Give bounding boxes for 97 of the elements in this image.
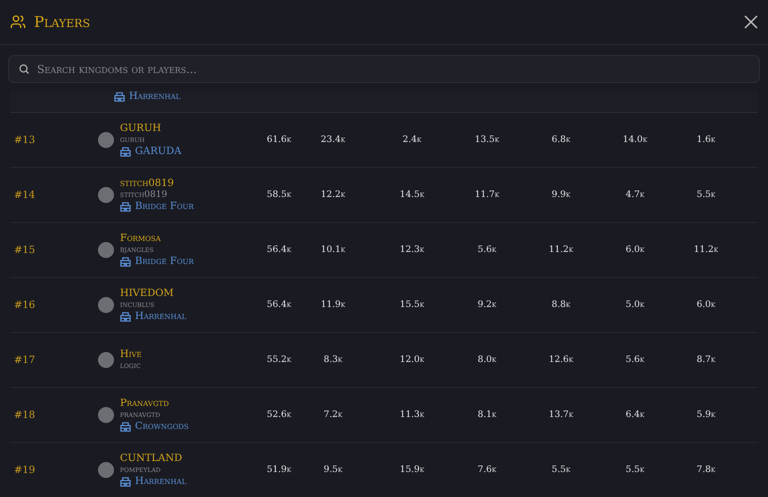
- castle-icon: [120, 421, 131, 432]
- rank-label: #16: [13, 300, 36, 310]
- kingdom-link[interactable]: Harrenhal: [135, 311, 186, 322]
- avatar-placeholder: [98, 352, 114, 368]
- stat-value: 5.9k: [696, 410, 716, 420]
- avatar-placeholder: [98, 242, 114, 258]
- stat-value: 55.2k: [266, 355, 292, 365]
- stat-value: 11.3k: [398, 410, 426, 420]
- player-name[interactable]: Pranavgtd: [120, 398, 189, 409]
- account-name: pranavgtd: [120, 410, 162, 420]
- stat-value: 52.6k: [266, 410, 292, 420]
- kingdom-link[interactable]: Bridge Four: [135, 256, 194, 267]
- player-name[interactable]: Hive: [120, 349, 142, 360]
- account-name: pompeylad: [120, 465, 162, 475]
- stat-value: 12.2k: [320, 190, 346, 200]
- player-name[interactable]: GURUH: [120, 123, 182, 134]
- stat-value: 10.1k: [320, 245, 346, 255]
- avatar-placeholder: [98, 132, 114, 148]
- stat-value: 5.0k: [624, 300, 646, 310]
- stat-value: 61.6k: [266, 135, 292, 145]
- stat-value: 11.7k: [474, 190, 500, 200]
- stat-value: 6.8k: [550, 135, 572, 145]
- stat-value: 7.8k: [696, 465, 716, 475]
- stat-value: 5.5k: [624, 465, 646, 475]
- avatar-placeholder: [98, 187, 114, 203]
- kingdom-link[interactable]: GARUDA: [135, 146, 182, 157]
- account-name: guruh: [120, 135, 146, 145]
- close-button[interactable]: [744, 15, 758, 29]
- stat-value: 7.2k: [322, 410, 344, 420]
- player-name[interactable]: stitch0819: [120, 178, 194, 189]
- stat-value: 9.5k: [322, 465, 344, 475]
- stat-value: 8.1k: [476, 410, 498, 420]
- stat-value: 1.6k: [696, 135, 716, 145]
- stat-value: 13.5k: [474, 135, 500, 145]
- stat-value: 11.2k: [692, 245, 720, 255]
- stat-value: 51.9k: [266, 465, 292, 475]
- stat-value: 12.0k: [398, 355, 426, 365]
- castle-icon: [114, 91, 125, 102]
- rank-label: #14: [13, 190, 36, 200]
- avatar-placeholder: [98, 462, 114, 478]
- rank-label: #18: [13, 410, 36, 420]
- kingdom-link[interactable]: Harrenhal: [129, 91, 180, 102]
- stat-value: 2.4k: [402, 135, 422, 145]
- stat-value: 11.9k: [320, 300, 346, 310]
- stat-value: 6.4k: [624, 410, 646, 420]
- castle-icon: [120, 201, 131, 212]
- player-name[interactable]: CUNTLAND: [120, 453, 186, 464]
- castle-icon: [120, 476, 131, 487]
- stat-value: 8.0k: [476, 355, 498, 365]
- users-icon: [10, 14, 26, 30]
- stat-value: 14.0k: [622, 135, 648, 145]
- stat-value: 9.2k: [476, 300, 498, 310]
- rank-label: #15: [13, 244, 36, 256]
- stat-value: 14.5k: [398, 190, 426, 200]
- stat-value: 5.5k: [550, 465, 572, 475]
- avatar-placeholder: [98, 297, 114, 313]
- kingdom-link[interactable]: Bridge Four: [135, 201, 194, 212]
- stat-value: 5.5k: [696, 190, 716, 200]
- stat-value: 15.5k: [398, 300, 426, 310]
- stat-value: 23.4k: [320, 135, 346, 145]
- stat-value: 12.6k: [548, 355, 574, 365]
- account-name: logic: [120, 361, 142, 371]
- stat-value: 56.4k: [266, 300, 292, 310]
- castle-icon: [120, 311, 131, 322]
- stat-value: 12.3k: [398, 245, 426, 255]
- dialog-title: Players: [34, 13, 92, 31]
- avatar-placeholder: [98, 407, 114, 423]
- account-name: stitch0819: [120, 190, 168, 200]
- stat-value: 6.0k: [624, 245, 646, 255]
- account-name: incublus: [120, 300, 156, 310]
- close-icon: [744, 15, 758, 29]
- kingdom-link[interactable]: Crowngods: [135, 421, 189, 432]
- stat-value: 6.0k: [696, 300, 716, 310]
- player-name[interactable]: HIVEDOM: [120, 288, 186, 299]
- account-name: bjangles: [120, 245, 155, 255]
- stat-value: 8.7k: [696, 355, 716, 365]
- stat-value: 13.7k: [548, 410, 574, 420]
- rank-label: #17: [13, 354, 36, 366]
- search-field[interactable]: Search kingdoms or players...: [8, 55, 760, 83]
- castle-icon: [120, 256, 131, 267]
- rank-label: #13: [13, 134, 36, 146]
- stat-value: 8.8k: [550, 300, 572, 310]
- stat-value: 7.6k: [476, 465, 498, 475]
- stat-value: 5.6k: [476, 245, 498, 255]
- stat-value: 5.6k: [624, 355, 646, 365]
- kingdom-link[interactable]: Harrenhal: [135, 476, 186, 487]
- search-icon: [18, 63, 30, 75]
- player-name[interactable]: Formosa: [120, 233, 194, 244]
- rank-label: #19: [13, 464, 36, 476]
- stat-value: 9.9k: [550, 190, 572, 200]
- stat-value: 56.4k: [266, 245, 292, 255]
- stat-value: 11.2k: [548, 245, 574, 255]
- castle-icon: [120, 146, 131, 157]
- stat-value: 58.5k: [266, 190, 292, 200]
- stat-value: 8.3k: [322, 355, 344, 365]
- stat-value: 15.9k: [398, 465, 426, 475]
- stat-value: 4.7k: [624, 190, 646, 200]
